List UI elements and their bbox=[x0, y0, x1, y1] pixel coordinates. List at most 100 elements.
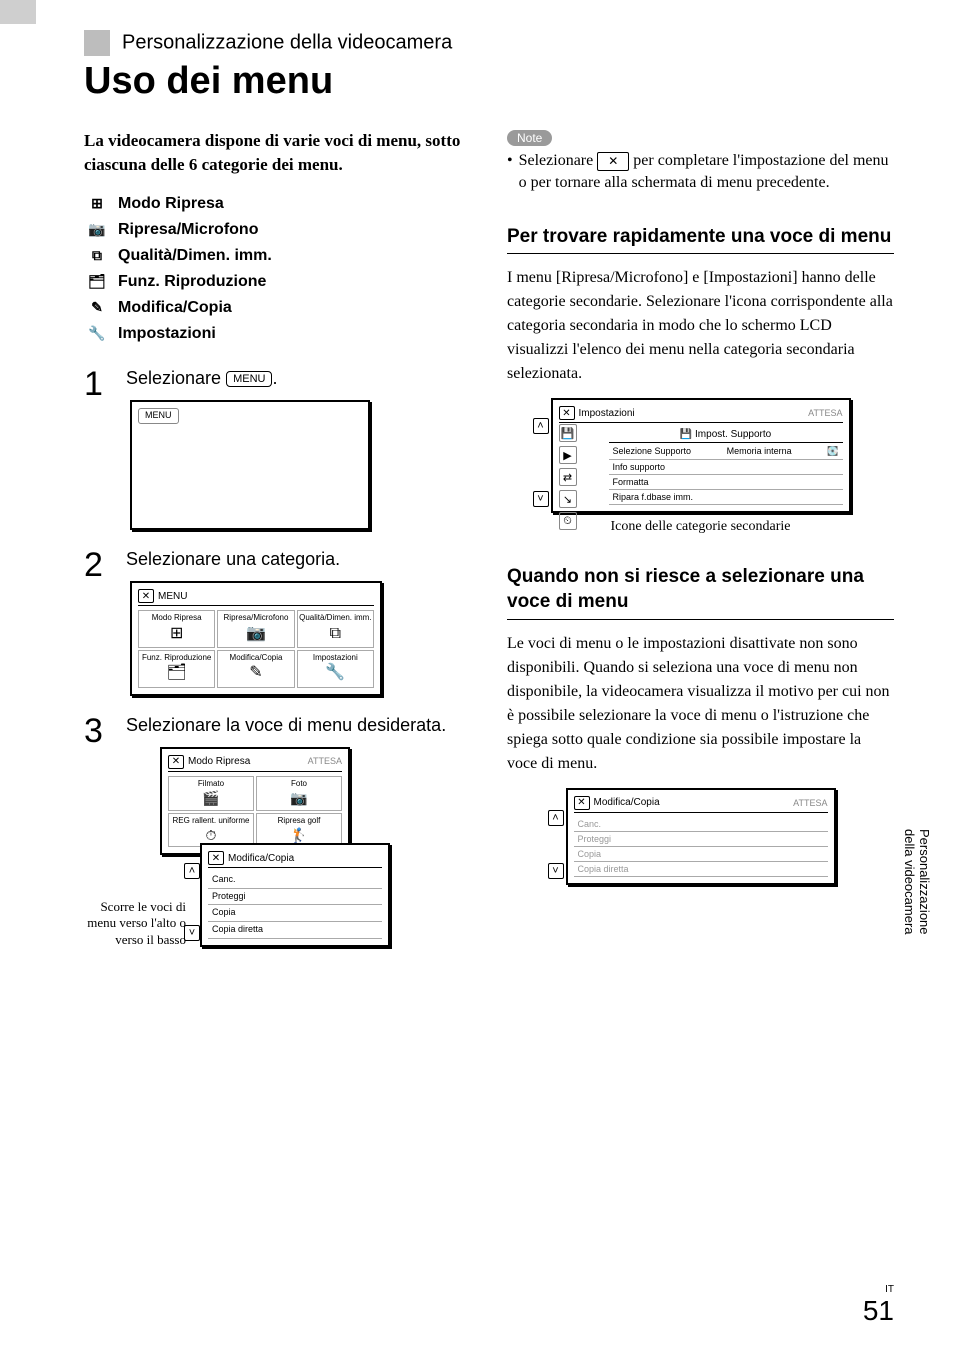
media-icon[interactable]: 💾 bbox=[559, 424, 577, 442]
list-item-disabled[interactable]: Canc. bbox=[574, 817, 828, 832]
r1-main: 💾 Impost. Supporto Selezione SupportoMem… bbox=[609, 427, 843, 505]
arrow-down-icon[interactable]: ˅ bbox=[533, 491, 549, 507]
menu-pill-label: MENU bbox=[226, 371, 272, 387]
sub-category-heading: 💾 Impost. Supporto bbox=[609, 427, 843, 443]
note-text: • Selezionare ✕ per completare l'imposta… bbox=[507, 150, 894, 195]
step-body: Selezionare la voce di menu desiderata. … bbox=[126, 714, 471, 947]
page-title: Uso dei menu bbox=[84, 60, 894, 103]
cell-label: Modo Ripresa bbox=[152, 613, 202, 622]
mode-grid: Filmato🎬 Foto📷 REG rallent. uniforme⏱ Ri… bbox=[168, 776, 342, 847]
left-column: La videocamera dispone di varie voci di … bbox=[84, 129, 471, 965]
playback-icon[interactable]: ▶ bbox=[559, 446, 577, 464]
category-label: Impostazioni bbox=[118, 325, 216, 343]
list-item[interactable]: Proteggi bbox=[208, 889, 382, 906]
grid-cell[interactable]: REG rallent. uniforme⏱ bbox=[168, 813, 254, 848]
page-content: Personalizzazione della videocamera Uso … bbox=[0, 0, 954, 965]
category-item: 🔧Impostazioni bbox=[84, 325, 471, 343]
list-item[interactable]: Formatta bbox=[609, 475, 843, 490]
body-text: I menu [Ripresa/Microfono] e [Impostazio… bbox=[507, 266, 894, 386]
close-box-inline: ✕ bbox=[597, 152, 629, 171]
arrow-up-icon[interactable]: ˄ bbox=[184, 863, 200, 879]
list-rows: Canc. Proteggi Copia Copia diretta bbox=[208, 872, 382, 939]
menu-button-on-screen[interactable]: MENU bbox=[138, 408, 179, 424]
category-label: Modifica/Copia bbox=[118, 299, 232, 317]
grid-cell[interactable]: Ripresa/Microfono📷 bbox=[217, 610, 294, 648]
row-label: Formatta bbox=[613, 477, 649, 487]
cell-label: REG rallent. uniforme bbox=[173, 816, 250, 825]
arrow-up-icon[interactable]: ˄ bbox=[548, 810, 564, 826]
grid-cell[interactable]: Funz. Riproduzione🗂 bbox=[138, 650, 215, 688]
grid-cell[interactable]: Modifica/Copia✎ bbox=[217, 650, 294, 688]
step-body: Selezionare MENU. MENU bbox=[126, 367, 471, 530]
step-text: Selezionare bbox=[126, 368, 226, 388]
list-item[interactable]: Ripara f.dbase imm. bbox=[609, 490, 843, 505]
grid-cell[interactable]: Foto📷 bbox=[256, 776, 342, 811]
grid-cell[interactable]: Modo Ripresa⊞ bbox=[138, 610, 215, 648]
step-number: 1 bbox=[84, 367, 112, 530]
media-rows: Selezione SupportoMemoria interna 💽 Info… bbox=[609, 444, 843, 505]
cell-label: Qualità/Dimen. imm. bbox=[299, 613, 371, 622]
row-value: Memoria interna bbox=[727, 446, 792, 457]
page-number: 51 bbox=[863, 1295, 894, 1327]
page-footer: IT 51 bbox=[863, 1284, 894, 1327]
close-icon[interactable]: ✕ bbox=[138, 589, 154, 603]
camera-icon: 📷 bbox=[218, 624, 293, 643]
lcd-screen-3b: ˄ ˅ ✕ Modifica/Copia Canc. Proteggi Copi… bbox=[200, 843, 390, 947]
photo-icon: 📷 bbox=[257, 789, 341, 807]
cell-label: Impostazioni bbox=[313, 653, 358, 662]
category-grid: Modo Ripresa⊞ Ripresa/Microfono📷 Qualità… bbox=[138, 610, 374, 687]
edit-icon: ✎ bbox=[218, 663, 293, 682]
arrow-down-icon[interactable]: ˅ bbox=[184, 925, 200, 941]
arrow-up-icon[interactable]: ˄ bbox=[533, 418, 549, 434]
status-label: ATTESA bbox=[308, 756, 342, 768]
arrow-down-icon[interactable]: ˅ bbox=[548, 863, 564, 879]
note-block: Note • Selezionare ✕ per completare l'im… bbox=[507, 129, 894, 195]
list-item-disabled[interactable]: Copia bbox=[574, 847, 828, 862]
golf-icon: 🏌 bbox=[257, 826, 341, 844]
list-item-disabled[interactable]: Proteggi bbox=[574, 832, 828, 847]
step-number: 2 bbox=[84, 548, 112, 696]
lcd-screen-step2: ✕ MENU Modo Ripresa⊞ Ripresa/Microfono📷 … bbox=[130, 581, 382, 695]
disabled-rows: Canc. Proteggi Copia Copia diretta bbox=[574, 817, 828, 877]
close-icon[interactable]: ✕ bbox=[559, 406, 575, 420]
grid-cell[interactable]: Impostazioni🔧 bbox=[297, 650, 374, 688]
screen-header: ✕ Modo Ripresa ATTESA bbox=[168, 755, 342, 772]
close-icon[interactable]: ✕ bbox=[208, 851, 224, 865]
list-item[interactable]: Info supporto bbox=[609, 460, 843, 475]
sub-category-icons: 💾 ▶ ⇄ ↘ ⏲ bbox=[559, 424, 577, 530]
screen-title: Impostazioni bbox=[579, 408, 635, 419]
cell-label: Ripresa golf bbox=[278, 816, 321, 825]
scroll-down-wrap: ˅ bbox=[548, 863, 564, 879]
list-item[interactable]: Selezione SupportoMemoria interna 💽 bbox=[609, 444, 843, 460]
category-list: ⊞Modo Ripresa 📷Ripresa/Microfono ⧉Qualit… bbox=[84, 195, 471, 343]
close-icon[interactable]: ✕ bbox=[168, 755, 184, 769]
step-text: . bbox=[272, 368, 277, 388]
corner-gray-bar bbox=[0, 0, 36, 24]
camera-icon: 📷 bbox=[84, 221, 110, 239]
memory-icon: 💽 bbox=[827, 446, 838, 457]
subheading-unavailable: Quando non si riesce a selezionare una v… bbox=[507, 565, 894, 619]
step-text: Selezionare una categoria. bbox=[126, 549, 340, 569]
list-item-disabled[interactable]: Copia diretta bbox=[574, 862, 828, 877]
screen-title: Modo Ripresa bbox=[188, 755, 250, 768]
list-item[interactable]: Canc. bbox=[208, 872, 382, 889]
category-item: ⊞Modo Ripresa bbox=[84, 195, 471, 213]
category-label: Funz. Riproduzione bbox=[118, 273, 266, 291]
lcd-screens-step3: ✕ Modo Ripresa ATTESA Filmato🎬 Foto📷 REG… bbox=[160, 747, 420, 947]
clock-icon[interactable]: ⏲ bbox=[559, 512, 577, 530]
status-label: ATTESA bbox=[793, 798, 827, 808]
screen-header: ✕ MENU bbox=[138, 589, 374, 606]
list-item[interactable]: Copia diretta bbox=[208, 922, 382, 939]
step-text: Selezionare la voce di menu desiderata. bbox=[126, 715, 446, 735]
edit-icon: ✎ bbox=[84, 299, 110, 317]
grid-cell[interactable]: Filmato🎬 bbox=[168, 776, 254, 811]
side-tab-label: Personalizzazione della videocamera bbox=[902, 829, 932, 965]
playback-icon: 🗂 bbox=[139, 663, 214, 682]
list-item[interactable]: Copia bbox=[208, 905, 382, 922]
general-icon[interactable]: ↘ bbox=[559, 490, 577, 508]
grid-cell[interactable]: Ripresa golf🏌 bbox=[256, 813, 342, 848]
close-icon[interactable]: ✕ bbox=[574, 796, 590, 810]
grid-cell[interactable]: Qualità/Dimen. imm.⧉ bbox=[297, 610, 374, 648]
connection-icon[interactable]: ⇄ bbox=[559, 468, 577, 486]
note-fragment: Selezionare bbox=[519, 152, 598, 169]
